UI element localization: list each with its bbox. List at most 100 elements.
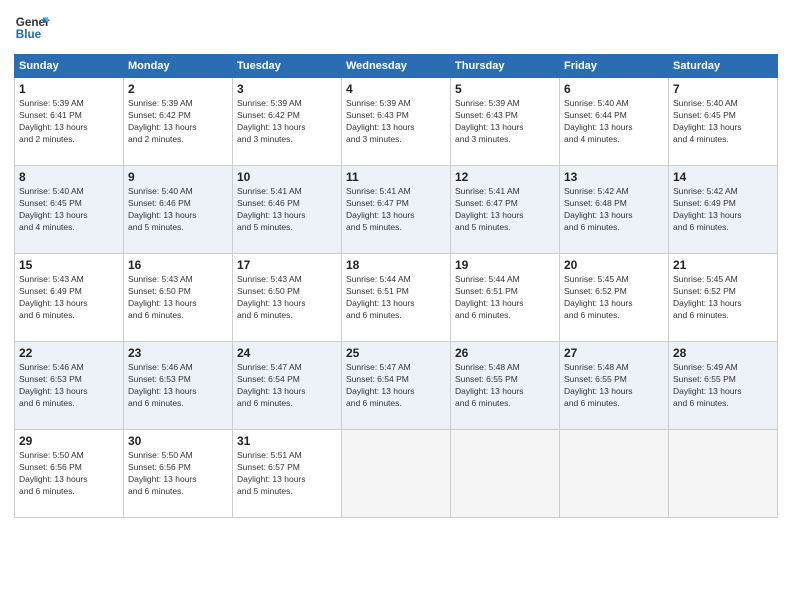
logo-icon: General Blue xyxy=(14,10,50,46)
day-number: 8 xyxy=(19,170,119,184)
calendar-table: SundayMondayTuesdayWednesdayThursdayFrid… xyxy=(14,54,778,518)
calendar-cell: 11Sunrise: 5:41 AM Sunset: 6:47 PM Dayli… xyxy=(342,166,451,254)
day-number: 13 xyxy=(564,170,664,184)
day-info: Sunrise: 5:41 AM Sunset: 6:47 PM Dayligh… xyxy=(455,186,555,234)
day-info: Sunrise: 5:42 AM Sunset: 6:49 PM Dayligh… xyxy=(673,186,773,234)
day-info: Sunrise: 5:41 AM Sunset: 6:47 PM Dayligh… xyxy=(346,186,446,234)
day-info: Sunrise: 5:43 AM Sunset: 6:50 PM Dayligh… xyxy=(237,274,337,322)
day-info: Sunrise: 5:46 AM Sunset: 6:53 PM Dayligh… xyxy=(128,362,228,410)
day-info: Sunrise: 5:39 AM Sunset: 6:42 PM Dayligh… xyxy=(237,98,337,146)
calendar-cell: 7 Sunrise: 5:40 AM Sunset: 6:45 PM Daylig… xyxy=(669,78,778,166)
day-number: 27 xyxy=(564,346,664,360)
calendar-cell: 27Sunrise: 5:48 AM Sunset: 6:55 PM Dayli… xyxy=(560,342,669,430)
calendar-cell: 4 Sunrise: 5:39 AM Sunset: 6:43 PM Daylig… xyxy=(342,78,451,166)
calendar-cell: 5Sunrise: 5:39 AM Sunset: 6:43 PM Daylig… xyxy=(451,78,560,166)
col-header-wednesday: Wednesday xyxy=(342,55,451,78)
calendar-cell xyxy=(560,430,669,518)
col-header-sunday: Sunday xyxy=(15,55,124,78)
day-info: Sunrise: 5:45 AM Sunset: 6:52 PM Dayligh… xyxy=(673,274,773,322)
day-info: Sunrise: 5:42 AM Sunset: 6:48 PM Dayligh… xyxy=(564,186,664,234)
day-info: Sunrise: 5:41 AM Sunset: 6:46 PM Dayligh… xyxy=(237,186,337,234)
day-number: 7 xyxy=(673,82,773,96)
day-info: Sunrise: 5:43 AM Sunset: 6:49 PM Dayligh… xyxy=(19,274,119,322)
day-number: 16 xyxy=(128,258,228,272)
calendar-cell: 6 Sunrise: 5:40 AM Sunset: 6:44 PM Daylig… xyxy=(560,78,669,166)
calendar-cell: 23 Sunrise: 5:46 AM Sunset: 6:53 PM Dayli… xyxy=(124,342,233,430)
day-info: Sunrise: 5:43 AM Sunset: 6:50 PM Dayligh… xyxy=(128,274,228,322)
header: General Blue xyxy=(14,10,778,46)
calendar-cell: 13 Sunrise: 5:42 AM Sunset: 6:48 PM Dayli… xyxy=(560,166,669,254)
day-number: 17 xyxy=(237,258,337,272)
calendar-cell: 24 Sunrise: 5:47 AM Sunset: 6:54 PM Dayli… xyxy=(233,342,342,430)
day-number: 31 xyxy=(237,434,337,448)
calendar-header-row: SundayMondayTuesdayWednesdayThursdayFrid… xyxy=(15,55,778,78)
calendar-cell xyxy=(451,430,560,518)
day-number: 21 xyxy=(673,258,773,272)
day-number: 20 xyxy=(564,258,664,272)
calendar-cell: 12 Sunrise: 5:41 AM Sunset: 6:47 PM Dayli… xyxy=(451,166,560,254)
day-info: Sunrise: 5:40 AM Sunset: 6:45 PM Dayligh… xyxy=(19,186,119,234)
day-number: 26 xyxy=(455,346,555,360)
day-info: Sunrise: 5:39 AM Sunset: 6:41 PM Dayligh… xyxy=(19,98,119,146)
col-header-friday: Friday xyxy=(560,55,669,78)
calendar-cell xyxy=(669,430,778,518)
day-info: Sunrise: 5:47 AM Sunset: 6:54 PM Dayligh… xyxy=(237,362,337,410)
svg-text:Blue: Blue xyxy=(16,28,42,41)
day-number: 18 xyxy=(346,258,446,272)
calendar-cell: 3Sunrise: 5:39 AM Sunset: 6:42 PM Daylig… xyxy=(233,78,342,166)
logo: General Blue xyxy=(14,10,50,46)
day-number: 14 xyxy=(673,170,773,184)
calendar-cell: 25 Sunrise: 5:47 AM Sunset: 6:54 PM Dayli… xyxy=(342,342,451,430)
day-number: 4 xyxy=(346,82,446,96)
day-info: Sunrise: 5:40 AM Sunset: 6:46 PM Dayligh… xyxy=(128,186,228,234)
calendar-cell: 19Sunrise: 5:44 AM Sunset: 6:51 PM Dayli… xyxy=(451,254,560,342)
day-info: Sunrise: 5:50 AM Sunset: 6:56 PM Dayligh… xyxy=(128,450,228,498)
day-number: 19 xyxy=(455,258,555,272)
day-info: Sunrise: 5:47 AM Sunset: 6:54 PM Dayligh… xyxy=(346,362,446,410)
col-header-monday: Monday xyxy=(124,55,233,78)
page-container: General Blue SundayMondayTuesdayWednesda… xyxy=(0,0,792,528)
day-number: 24 xyxy=(237,346,337,360)
day-info: Sunrise: 5:39 AM Sunset: 6:42 PM Dayligh… xyxy=(128,98,228,146)
day-number: 25 xyxy=(346,346,446,360)
calendar-cell: 28Sunrise: 5:49 AM Sunset: 6:55 PM Dayli… xyxy=(669,342,778,430)
day-number: 6 xyxy=(564,82,664,96)
day-info: Sunrise: 5:40 AM Sunset: 6:44 PM Dayligh… xyxy=(564,98,664,146)
day-info: Sunrise: 5:46 AM Sunset: 6:53 PM Dayligh… xyxy=(19,362,119,410)
day-number: 5 xyxy=(455,82,555,96)
calendar-cell: 18 Sunrise: 5:44 AM Sunset: 6:51 PM Dayli… xyxy=(342,254,451,342)
day-number: 23 xyxy=(128,346,228,360)
calendar-week-row: 22 Sunrise: 5:46 AM Sunset: 6:53 PM Dayli… xyxy=(15,342,778,430)
day-info: Sunrise: 5:45 AM Sunset: 6:52 PM Dayligh… xyxy=(564,274,664,322)
calendar-week-row: 1 Sunrise: 5:39 AM Sunset: 6:41 PM Daylig… xyxy=(15,78,778,166)
col-header-thursday: Thursday xyxy=(451,55,560,78)
day-info: Sunrise: 5:48 AM Sunset: 6:55 PM Dayligh… xyxy=(455,362,555,410)
col-header-saturday: Saturday xyxy=(669,55,778,78)
calendar-week-row: 29Sunrise: 5:50 AM Sunset: 6:56 PM Dayli… xyxy=(15,430,778,518)
day-number: 1 xyxy=(19,82,119,96)
day-number: 30 xyxy=(128,434,228,448)
day-number: 2 xyxy=(128,82,228,96)
day-info: Sunrise: 5:39 AM Sunset: 6:43 PM Dayligh… xyxy=(346,98,446,146)
calendar-cell: 8 Sunrise: 5:40 AM Sunset: 6:45 PM Daylig… xyxy=(15,166,124,254)
day-info: Sunrise: 5:44 AM Sunset: 6:51 PM Dayligh… xyxy=(346,274,446,322)
day-info: Sunrise: 5:51 AM Sunset: 6:57 PM Dayligh… xyxy=(237,450,337,498)
calendar-cell: 14 Sunrise: 5:42 AM Sunset: 6:49 PM Dayli… xyxy=(669,166,778,254)
day-number: 28 xyxy=(673,346,773,360)
day-number: 12 xyxy=(455,170,555,184)
calendar-cell: 20 Sunrise: 5:45 AM Sunset: 6:52 PM Dayli… xyxy=(560,254,669,342)
calendar-cell: 31 Sunrise: 5:51 AM Sunset: 6:57 PM Dayli… xyxy=(233,430,342,518)
day-number: 15 xyxy=(19,258,119,272)
calendar-week-row: 8 Sunrise: 5:40 AM Sunset: 6:45 PM Daylig… xyxy=(15,166,778,254)
calendar-cell: 16 Sunrise: 5:43 AM Sunset: 6:50 PM Dayli… xyxy=(124,254,233,342)
calendar-cell: 1 Sunrise: 5:39 AM Sunset: 6:41 PM Daylig… xyxy=(15,78,124,166)
day-info: Sunrise: 5:40 AM Sunset: 6:45 PM Dayligh… xyxy=(673,98,773,146)
calendar-cell: 15 Sunrise: 5:43 AM Sunset: 6:49 PM Dayli… xyxy=(15,254,124,342)
calendar-cell xyxy=(342,430,451,518)
calendar-cell: 2 Sunrise: 5:39 AM Sunset: 6:42 PM Daylig… xyxy=(124,78,233,166)
day-number: 10 xyxy=(237,170,337,184)
calendar-cell: 30 Sunrise: 5:50 AM Sunset: 6:56 PM Dayli… xyxy=(124,430,233,518)
calendar-cell: 9Sunrise: 5:40 AM Sunset: 6:46 PM Daylig… xyxy=(124,166,233,254)
day-number: 22 xyxy=(19,346,119,360)
col-header-tuesday: Tuesday xyxy=(233,55,342,78)
